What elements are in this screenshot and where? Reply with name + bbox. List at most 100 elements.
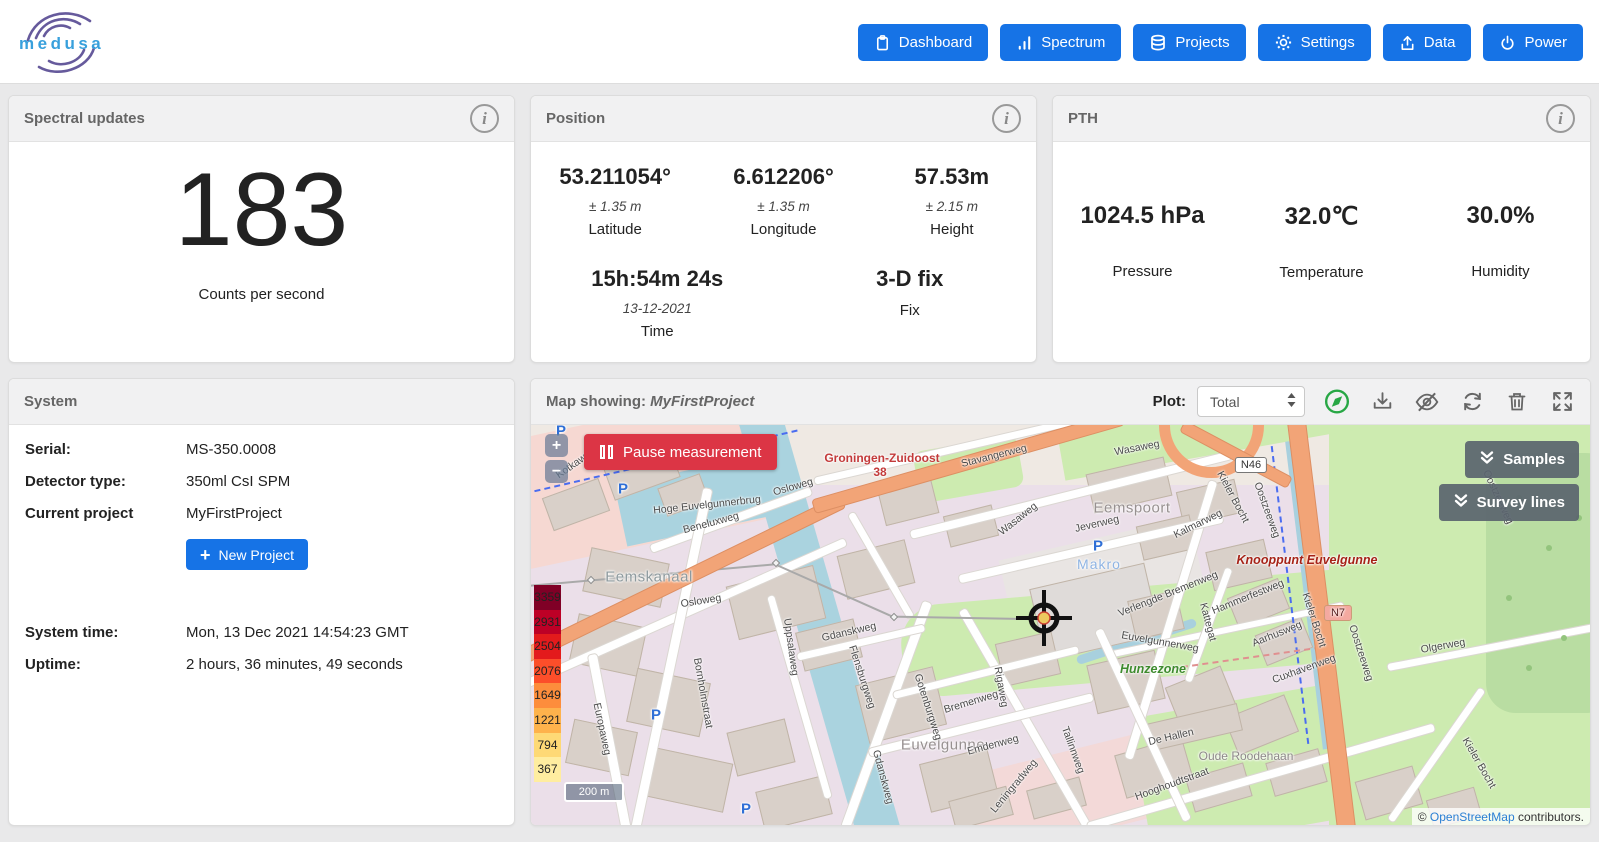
temperature-label: Temperature: [1232, 264, 1411, 281]
samples-button[interactable]: Samples: [1465, 441, 1579, 478]
info-icon[interactable]: i: [992, 104, 1021, 133]
card-header: Position i: [531, 96, 1036, 142]
fix-metric: 3-D fix Fix: [784, 266, 1037, 340]
nav-label: Settings: [1301, 34, 1355, 51]
nav-data-button[interactable]: Data: [1383, 24, 1472, 61]
position-marker-crosshair: [1014, 588, 1074, 648]
map-attribution: © OpenStreetMap contributors.: [1412, 808, 1590, 826]
legend-cell: 2504: [534, 634, 561, 659]
map-scale-bar: 200 m: [564, 782, 624, 802]
longitude-error: ± 1.35 m: [699, 199, 867, 214]
height-label: Height: [868, 221, 1036, 238]
nav-label: Dashboard: [899, 34, 972, 51]
card-title: System: [24, 393, 77, 410]
openstreetmap-link[interactable]: OpenStreetMap: [1430, 810, 1515, 824]
clipboard-icon: [874, 34, 891, 52]
uptime-label: Uptime:: [25, 656, 186, 673]
bar-chart-icon: [1016, 34, 1033, 52]
map-shape: [1526, 665, 1532, 671]
map-shape: [1506, 595, 1512, 601]
info-icon[interactable]: i: [470, 104, 499, 133]
longitude-label: Longitude: [699, 221, 867, 238]
system-time-row: System time: Mon, 13 Dec 2021 14:54:23 G…: [25, 624, 498, 641]
pause-measurement-button[interactable]: Pause measurement: [584, 434, 777, 470]
download-icon[interactable]: [1369, 389, 1395, 415]
serial-value: MS-350.0008: [186, 441, 276, 458]
position-body: 53.211054° ± 1.35 m Latitude 6.612206° ±…: [531, 142, 1036, 340]
project-label: Current project: [25, 505, 186, 522]
fix-value: 3-D fix: [784, 266, 1037, 292]
nav-power-button[interactable]: Power: [1483, 24, 1583, 61]
pause-label: Pause measurement: [623, 444, 761, 461]
hide-layers-icon[interactable]: [1414, 389, 1440, 415]
survey-lines-label: Survey lines: [1477, 494, 1565, 511]
plot-select[interactable]: Total: [1197, 386, 1305, 417]
nav-settings-button[interactable]: Settings: [1258, 24, 1371, 61]
card-title: PTH: [1068, 110, 1098, 127]
system-time-label: System time:: [25, 624, 186, 641]
pth-body: 1024.5 hPa Pressure 32.0℃ Temperature 30…: [1053, 142, 1590, 281]
detector-row: Detector type: 350ml CsI SPM: [25, 473, 498, 490]
double-chevron-down-icon: [1453, 493, 1469, 512]
fix-label: Fix: [784, 302, 1037, 319]
map-card: Map showing: MyFirstProject Plot: Total: [530, 378, 1591, 826]
trash-icon[interactable]: [1504, 389, 1530, 415]
map-legend: 335929312504207616491221794367: [534, 585, 561, 782]
top-bar: medusa Dashboard Spectrum Projects Setti…: [0, 0, 1599, 84]
compass-icon[interactable]: [1324, 389, 1350, 415]
nav-label: Projects: [1175, 34, 1229, 51]
new-project-button[interactable]: + New Project: [186, 539, 308, 570]
refresh-icon[interactable]: [1459, 389, 1485, 415]
serial-row: Serial: MS-350.0008: [25, 441, 498, 458]
serial-label: Serial:: [25, 441, 186, 458]
latitude-error: ± 1.35 m: [531, 199, 699, 214]
map-zoom-control: + −: [545, 434, 568, 483]
height-metric: 57.53m ± 2.15 m Height: [868, 164, 1036, 238]
nav-label: Power: [1524, 34, 1567, 51]
legend-cell: 367: [534, 757, 561, 782]
uptime-row: Uptime: 2 hours, 36 minutes, 49 seconds: [25, 656, 498, 673]
samples-label: Samples: [1503, 451, 1565, 468]
legend-cell: 794: [534, 733, 561, 758]
map-canvas[interactable]: Groningen-Zuidoost38Hoge Euvelgunnerbrug…: [531, 425, 1590, 826]
humidity-metric: 30.0% Humidity: [1411, 202, 1590, 281]
pth-card: PTH i 1024.5 hPa Pressure 32.0℃ Temperat…: [1052, 95, 1591, 363]
nav-dashboard-button[interactable]: Dashboard: [858, 24, 988, 61]
legend-cell: 2076: [534, 659, 561, 684]
plot-select-value: Total: [1210, 394, 1240, 410]
latitude-metric: 53.211054° ± 1.35 m Latitude: [531, 164, 699, 238]
info-icon[interactable]: i: [1546, 104, 1575, 133]
card-title: Spectral updates: [24, 110, 145, 127]
zoom-in-button[interactable]: +: [545, 434, 568, 457]
plus-icon: +: [200, 546, 211, 564]
pressure-label: Pressure: [1053, 263, 1232, 280]
fullscreen-icon[interactable]: [1549, 389, 1575, 415]
upload-icon: [1399, 34, 1416, 52]
temperature-value: 32.0℃: [1232, 202, 1411, 231]
height-value: 57.53m: [868, 164, 1036, 190]
double-chevron-down-icon: [1479, 450, 1495, 469]
main-nav: Dashboard Spectrum Projects Settings Dat…: [858, 24, 1583, 61]
attribution-copyright: ©: [1418, 810, 1430, 824]
nav-projects-button[interactable]: Projects: [1133, 24, 1245, 61]
select-arrows-icon: [1287, 393, 1296, 410]
counts-caption: Counts per second: [9, 286, 514, 303]
time-metric: 15h:54m 24s 13-12-2021 Time: [531, 266, 784, 340]
card-header: PTH i: [1053, 96, 1590, 142]
humidity-value: 30.0%: [1411, 202, 1590, 230]
survey-lines-button[interactable]: Survey lines: [1439, 484, 1579, 521]
pause-icon: [600, 445, 613, 459]
project-value: MyFirstProject: [186, 505, 282, 522]
map-shape: [1546, 545, 1552, 551]
card-header: System: [9, 379, 514, 425]
nav-spectrum-button[interactable]: Spectrum: [1000, 24, 1121, 61]
detector-label: Detector type:: [25, 473, 186, 490]
zoom-out-button[interactable]: −: [545, 460, 568, 483]
counts-value: 183: [9, 158, 514, 262]
card-title: Position: [546, 110, 605, 127]
new-project-label: New Project: [219, 547, 294, 563]
map-shape: [1561, 635, 1567, 641]
time-value: 15h:54m 24s: [531, 266, 784, 292]
attribution-suffix: contributors.: [1515, 810, 1584, 824]
uptime-value: 2 hours, 36 minutes, 49 seconds: [186, 656, 403, 673]
